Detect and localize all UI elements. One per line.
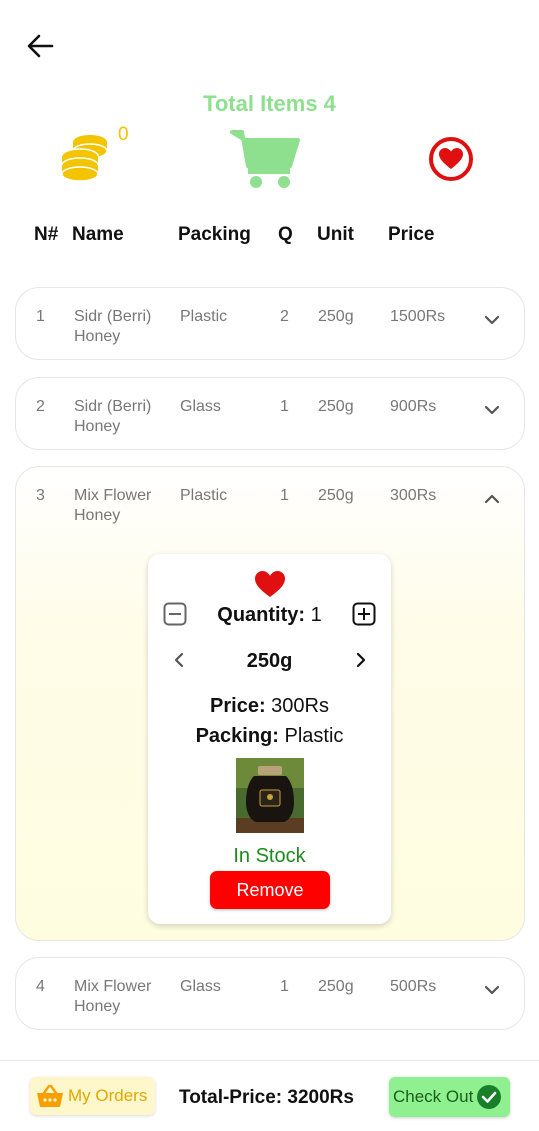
row-packing: Plastic bbox=[180, 308, 228, 325]
col-name: Name bbox=[72, 224, 124, 245]
cart-button[interactable] bbox=[230, 126, 302, 195]
my-orders-button[interactable]: My Orders bbox=[30, 1077, 155, 1115]
row-num: 3 bbox=[36, 487, 45, 504]
row-unit: 250g bbox=[318, 308, 354, 325]
total-price: Total-Price: 3200Rs bbox=[179, 1087, 354, 1108]
row-num: 4 bbox=[36, 978, 45, 995]
row-price: 900Rs bbox=[390, 398, 437, 415]
check-circle-icon bbox=[477, 1085, 502, 1109]
row-price: 1500Rs bbox=[390, 308, 446, 325]
packing-label: Packing: bbox=[195, 725, 279, 747]
row-name-line1: Sidr (Berri) bbox=[74, 398, 152, 415]
row-num: 1 bbox=[36, 308, 45, 325]
chevron-down-icon[interactable] bbox=[482, 310, 502, 330]
packing-value: Plastic bbox=[284, 725, 344, 747]
chevron-down-icon[interactable] bbox=[482, 980, 502, 1000]
row-packing: Glass bbox=[180, 978, 221, 995]
row-quantity: 1 bbox=[280, 978, 289, 995]
row-name-line1: Mix Flower bbox=[74, 487, 152, 504]
row-num: 2 bbox=[36, 398, 45, 415]
coins-count: 0 bbox=[118, 124, 129, 145]
favorites-button[interactable] bbox=[428, 136, 474, 187]
row-price: 300Rs bbox=[390, 487, 437, 504]
detail-packing: Packing: Plastic bbox=[148, 725, 391, 748]
row-unit: 250g bbox=[318, 487, 354, 504]
row-quantity: 2 bbox=[280, 308, 289, 325]
heart-circle-icon bbox=[429, 137, 473, 181]
checkout-button[interactable]: Check Out bbox=[389, 1077, 510, 1117]
heart-icon[interactable] bbox=[254, 570, 286, 598]
col-unit: Unit bbox=[317, 224, 354, 245]
basket-icon bbox=[37, 1084, 63, 1107]
col-q: Q bbox=[278, 224, 293, 245]
col-num: N# bbox=[34, 224, 59, 245]
product-image bbox=[236, 758, 304, 833]
remove-button[interactable]: Remove bbox=[210, 871, 330, 909]
arrow-left-icon bbox=[27, 34, 54, 58]
row-name-line1: Mix Flower bbox=[74, 978, 152, 995]
plus-square-icon[interactable] bbox=[352, 602, 376, 626]
table-header: N# Name Packing Q Unit Price bbox=[0, 224, 539, 252]
table-row[interactable]: 2 Sidr (Berri) Honey Glass 1 250g 900Rs bbox=[15, 377, 525, 450]
price-value: 300Rs bbox=[271, 695, 329, 717]
col-packing: Packing bbox=[178, 224, 251, 245]
row-unit: 250g bbox=[318, 398, 354, 415]
row-name-line2: Honey bbox=[74, 418, 121, 435]
bottom-bar: My Orders Total-Price: 3200Rs Check Out bbox=[0, 1060, 539, 1131]
row-packing: Plastic bbox=[180, 487, 228, 504]
col-price: Price bbox=[388, 224, 435, 245]
cart-icon bbox=[230, 130, 300, 188]
row-unit: 250g bbox=[318, 978, 354, 995]
quantity-value: 1 bbox=[310, 604, 322, 626]
row-quantity: 1 bbox=[280, 398, 289, 415]
row-quantity: 1 bbox=[280, 487, 289, 504]
stock-status: In Stock bbox=[233, 845, 306, 867]
chevron-up-icon[interactable] bbox=[482, 489, 502, 509]
table-row[interactable]: 4 Mix Flower Honey Glass 1 250g 500Rs bbox=[15, 957, 525, 1030]
row-name-line2: Honey bbox=[74, 328, 121, 345]
detail-price: Price: 300Rs bbox=[148, 695, 391, 718]
table-row[interactable]: 1 Sidr (Berri) Honey Plastic 2 250g 1500… bbox=[15, 287, 525, 360]
coins-icon bbox=[61, 135, 108, 182]
chevron-down-icon[interactable] bbox=[482, 400, 502, 420]
row-name-line1: Sidr (Berri) bbox=[74, 308, 152, 325]
price-label: Price: bbox=[210, 695, 266, 717]
row-name-line2: Honey bbox=[74, 998, 121, 1015]
row-packing: Glass bbox=[180, 398, 221, 415]
my-orders-label: My Orders bbox=[68, 1086, 148, 1105]
row-name-line2: Honey bbox=[74, 507, 121, 524]
item-detail-card: Quantity: 1 250g Price: 300Rs Packing: P… bbox=[148, 554, 391, 924]
quantity-label: Quantity: bbox=[217, 604, 306, 626]
back-button[interactable] bbox=[22, 28, 58, 64]
checkout-label: Check Out bbox=[393, 1087, 474, 1106]
chevron-right-icon[interactable] bbox=[352, 650, 370, 670]
row-price: 500Rs bbox=[390, 978, 437, 995]
coins-button[interactable] bbox=[60, 132, 110, 189]
total-items-title: Total Items 4 bbox=[203, 91, 336, 116]
